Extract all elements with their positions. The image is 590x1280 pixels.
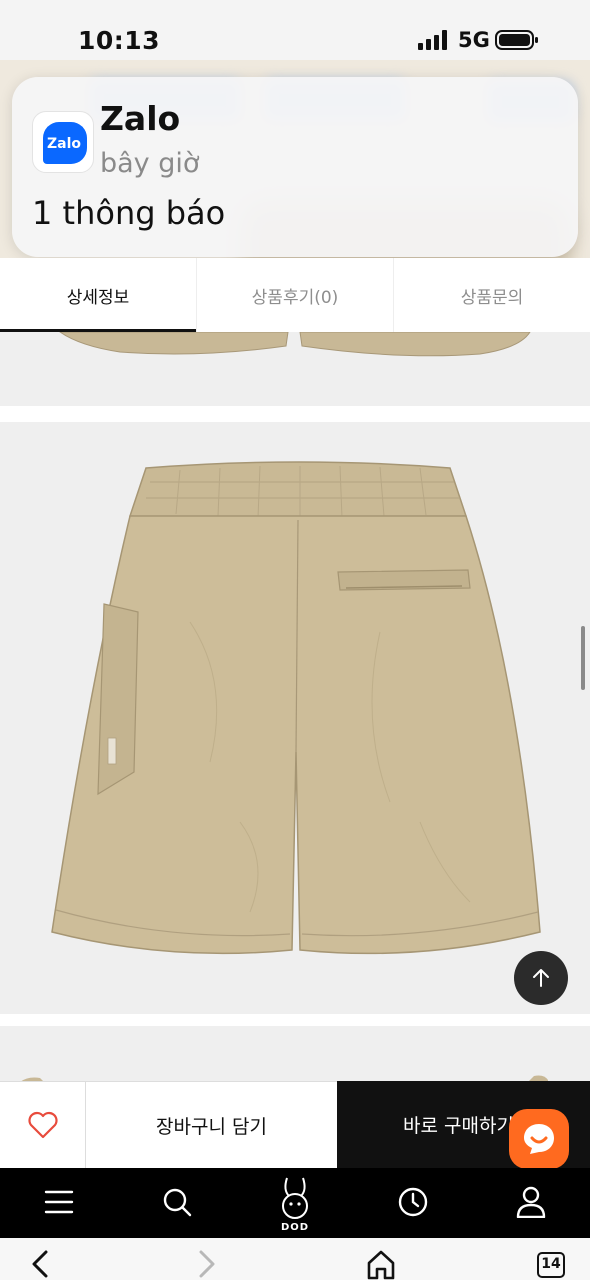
search-button[interactable] bbox=[157, 1182, 197, 1222]
scroll-to-top-button[interactable] bbox=[514, 951, 568, 1005]
user-icon bbox=[516, 1186, 546, 1218]
tab-switcher-button[interactable]: 14 bbox=[537, 1252, 565, 1278]
clock-icon bbox=[398, 1187, 428, 1217]
menu-button[interactable] bbox=[39, 1182, 79, 1222]
zalo-notification[interactable]: Zalo Zalo bây giờ 1 thông báo bbox=[12, 77, 578, 257]
my-page-button[interactable] bbox=[511, 1182, 551, 1222]
menu-icon bbox=[44, 1190, 74, 1214]
notification-title: Zalo bbox=[100, 99, 181, 138]
status-time: 10:13 bbox=[78, 26, 161, 55]
product-image-shorts-back bbox=[0, 422, 590, 1014]
chat-bubble-icon bbox=[524, 1124, 554, 1154]
arrow-up-icon bbox=[533, 969, 549, 987]
chevron-left-icon bbox=[32, 1250, 48, 1278]
home-button[interactable] bbox=[364, 1248, 398, 1280]
brand-home-button[interactable]: DOD bbox=[265, 1174, 325, 1234]
notification-time: bây giờ bbox=[100, 148, 200, 179]
section-divider bbox=[0, 406, 590, 422]
rabbit-logo-icon bbox=[282, 1177, 308, 1219]
product-image-partial bbox=[0, 1026, 590, 1082]
home-icon bbox=[367, 1250, 395, 1280]
tab-inquiries[interactable]: 상품문의 bbox=[393, 258, 590, 332]
browser-toolbar: 14 bbox=[0, 1238, 590, 1280]
chevron-right-icon bbox=[199, 1250, 215, 1278]
brand-name: DOD bbox=[280, 1222, 310, 1233]
network-label: 5G bbox=[458, 28, 490, 52]
zalo-logo-text: Zalo bbox=[46, 136, 81, 152]
purchase-bar: 장바구니 담기 바로 구매하기 bbox=[0, 1081, 590, 1168]
section-divider bbox=[0, 1014, 590, 1026]
notification-body: 1 thông báo bbox=[32, 194, 226, 232]
tab-details[interactable]: 상세정보 bbox=[0, 258, 196, 332]
add-to-cart-button[interactable]: 장바구니 담기 bbox=[86, 1081, 337, 1168]
history-button[interactable] bbox=[393, 1182, 433, 1222]
heart-icon bbox=[27, 1111, 58, 1139]
scrollbar-thumb[interactable] bbox=[581, 626, 585, 690]
battery-icon bbox=[495, 30, 538, 50]
signal-icon bbox=[418, 30, 447, 50]
zalo-app-icon: Zalo bbox=[32, 111, 94, 173]
product-tabs: 상세정보 상품후기(0) 상품문의 bbox=[0, 258, 590, 332]
search-icon bbox=[163, 1188, 192, 1217]
product-image-partial bbox=[0, 332, 590, 406]
wishlist-button[interactable] bbox=[0, 1081, 86, 1168]
forward-button[interactable] bbox=[193, 1248, 223, 1278]
tab-reviews[interactable]: 상품후기(0) bbox=[196, 258, 393, 332]
back-button[interactable] bbox=[24, 1248, 54, 1278]
bottom-navigation: DOD bbox=[0, 1168, 590, 1238]
chat-button[interactable] bbox=[509, 1109, 569, 1169]
